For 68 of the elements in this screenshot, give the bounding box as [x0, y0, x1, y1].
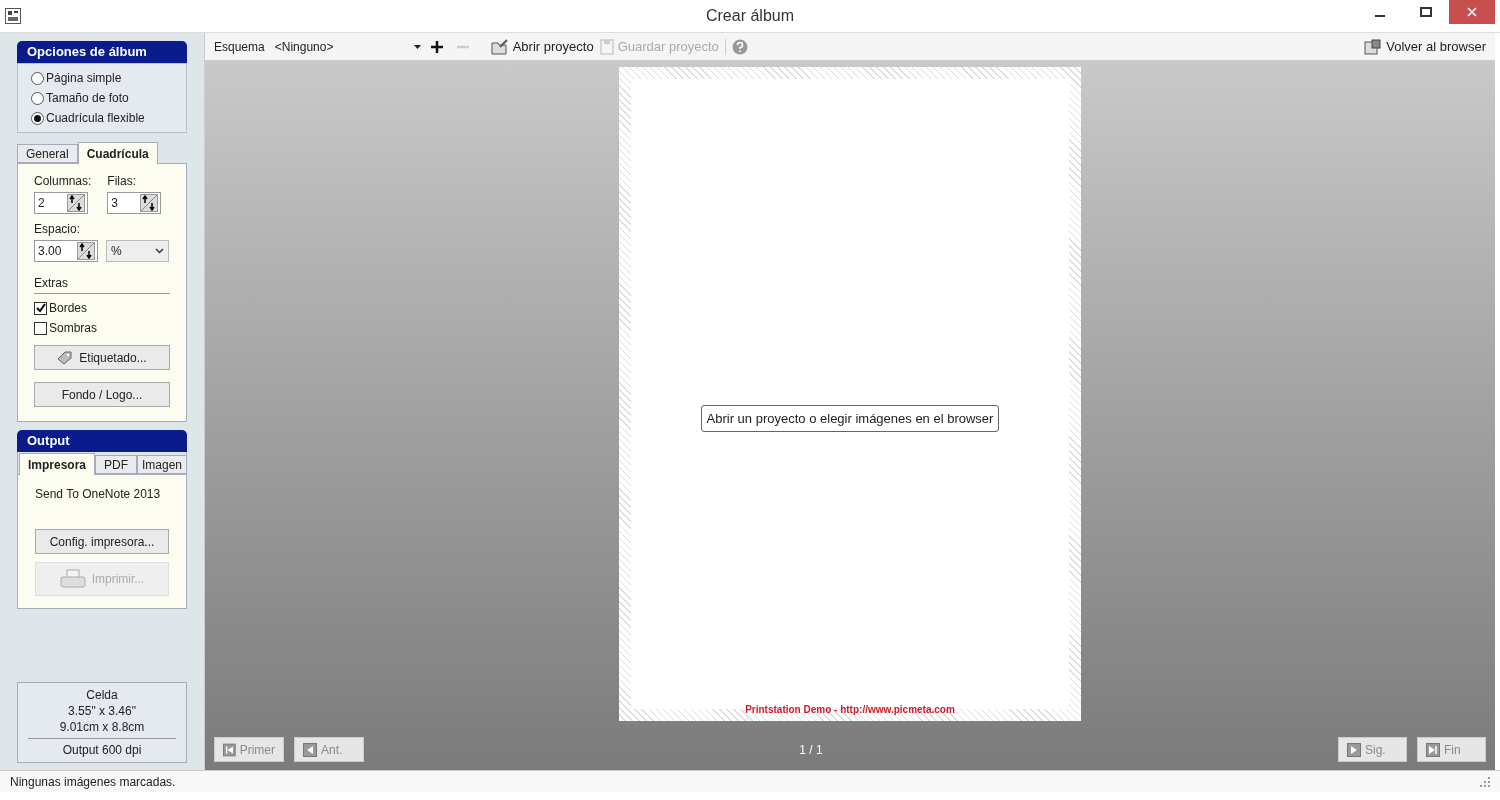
background-logo-button[interactable]: Fondo / Logo... — [34, 382, 170, 407]
browser-icon — [1364, 38, 1383, 55]
dropdown-value: % — [111, 243, 123, 260]
field-label: Columnas: — [34, 173, 92, 190]
checkbox-option[interactable]: Sombras — [34, 319, 170, 337]
help-icon — [731, 38, 748, 55]
field-label: Filas: — [107, 173, 138, 190]
dropdown-arrow-icon — [413, 44, 421, 49]
skip-forward-icon — [1426, 742, 1440, 757]
spinner-arrows-icon — [67, 194, 85, 212]
tab[interactable]: General — [17, 144, 78, 163]
spinner-arrows-icon — [140, 194, 159, 212]
spinner-arrows-icon — [77, 242, 95, 260]
triangle-left-icon — [303, 742, 317, 757]
radio-button[interactable] — [31, 71, 44, 85]
hint-label: Abrir un proyecto o elegir imágenes en el browser — [700, 404, 1000, 433]
watermark-text: Printstation Demo - http://www.picmeta.com — [745, 703, 955, 717]
radio-option[interactable]: Cuadrícula flexible — [31, 109, 173, 127]
spacing-spinner[interactable]: 3.00 — [34, 240, 98, 262]
tab[interactable]: Impresora — [19, 453, 96, 475]
tab[interactable]: Imagen — [137, 455, 188, 474]
triangle-right-icon — [1347, 742, 1361, 757]
checkbox[interactable] — [34, 321, 47, 335]
maximize-icon — [1420, 7, 1432, 17]
radio-option[interactable]: Tamaño de foto — [31, 89, 173, 107]
folder-icon — [490, 38, 509, 55]
plus-icon — [430, 40, 443, 53]
radio-option[interactable]: Página simple — [31, 69, 173, 87]
minimize-icon — [1375, 15, 1385, 17]
skip-back-icon — [223, 742, 236, 757]
tab[interactable]: Cuadrícula — [77, 142, 158, 164]
back-to-browser-button[interactable]: Volver al browser — [1364, 36, 1486, 57]
tab[interactable]: PDF — [95, 455, 138, 474]
scheme-label: Esquema — [214, 38, 265, 56]
section-header: Output — [17, 430, 187, 452]
open-project-button[interactable]: Abrir proyecto — [490, 36, 594, 57]
resize-grip-icon — [1480, 776, 1490, 787]
field-label: Espacio: — [34, 221, 82, 238]
printer-setup-button[interactable]: Config. impresora... — [35, 529, 169, 554]
cell-size-cm: 9.01cm x 8.8cm — [59, 719, 145, 735]
unit-dropdown[interactable]: % — [106, 240, 169, 262]
chevron-down-icon — [155, 248, 164, 254]
checkbox-option[interactable]: Bordes — [34, 299, 170, 317]
close-icon — [1467, 7, 1477, 17]
printer-icon — [59, 569, 86, 589]
field-value: 3.00 — [37, 243, 63, 260]
window-title: Crear álbum — [706, 7, 794, 24]
rows-spinner[interactable]: 3 — [107, 192, 162, 214]
status-text: Ningunas imágenes marcadas. — [10, 773, 176, 791]
output-resolution: Output 600 dpi — [62, 742, 142, 758]
cell-title: Celda — [86, 687, 118, 703]
tag-icon — [57, 350, 74, 365]
printer-name: Send To OneNote 2013 — [35, 486, 162, 503]
field-value: 2 — [37, 195, 46, 212]
section-label: Extras — [34, 274, 170, 294]
field-value: 3 — [110, 195, 120, 212]
page-counter: 1 / 1 — [799, 741, 823, 759]
columns-spinner[interactable]: 2 — [34, 192, 88, 214]
radio-button[interactable] — [31, 111, 44, 125]
section-header: Opciones de álbum — [17, 41, 187, 63]
checkmark-icon — [35, 303, 46, 313]
radio-button[interactable] — [31, 91, 44, 105]
checkbox[interactable] — [34, 301, 47, 315]
dropdown-value: <Ninguno> — [274, 38, 335, 56]
cell-size-inches: 3.55" x 3.46" — [68, 703, 136, 719]
labeling-button[interactable]: Etiquetado... — [34, 345, 170, 370]
scheme-dropdown[interactable]: <Ninguno> — [270, 37, 425, 56]
app-icon — [5, 8, 21, 24]
